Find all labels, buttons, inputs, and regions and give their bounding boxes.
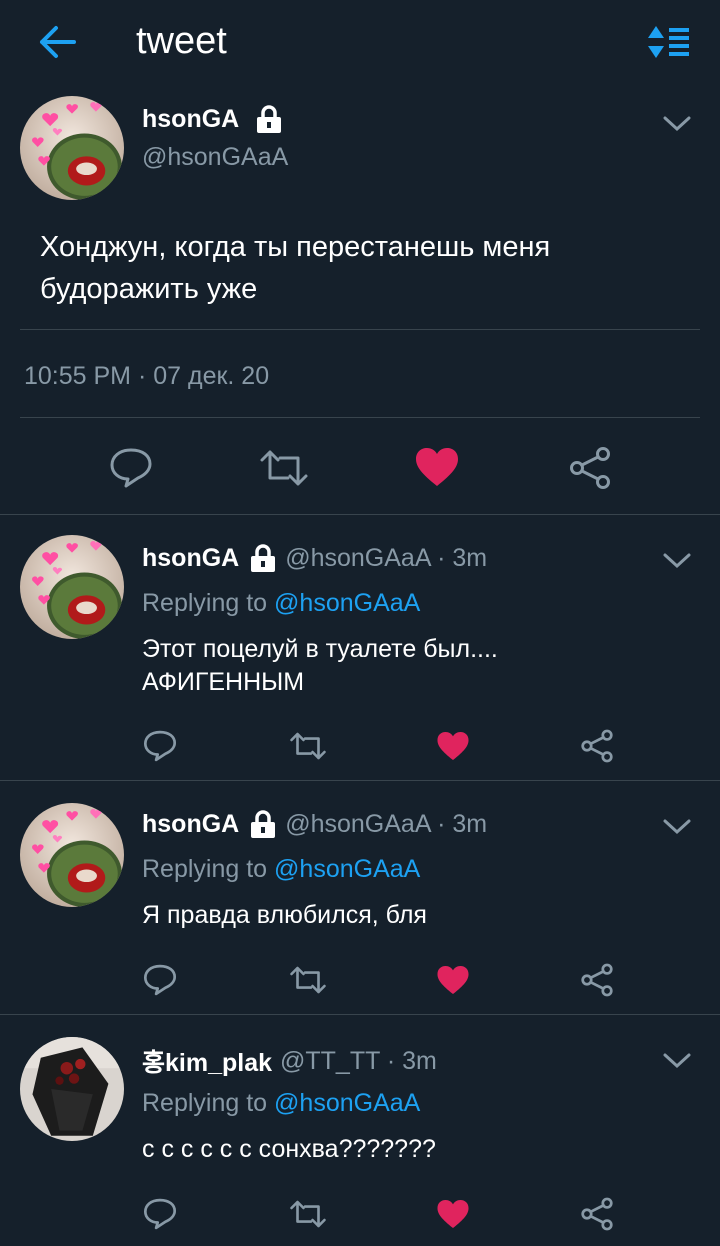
mention-link[interactable]: @hsonGAaA (274, 589, 420, 617)
chevron-down-icon[interactable] (662, 551, 692, 571)
retweet-icon[interactable] (288, 731, 328, 761)
like-icon[interactable] (436, 730, 470, 762)
tweet-text-line: с с с с с с сонхва??????? (142, 1135, 436, 1163)
main-tweet: hsonGA @hsonGAaA Хонджун, когда ты перес… (0, 88, 720, 514)
page-title: tweet (136, 20, 227, 62)
back-button[interactable] (36, 22, 80, 62)
author-handle[interactable]: @hsonGAaA (142, 143, 288, 172)
tweet-text: Я правда влюбился, бля (142, 899, 682, 932)
reply-icon[interactable] (108, 446, 154, 490)
mention-link[interactable]: @hsonGAaA (274, 1089, 420, 1117)
author-name[interactable]: hsonGA (142, 810, 239, 839)
avatar[interactable] (20, 535, 124, 639)
author-row: hsonGA @hsonGAaA · 3m (142, 543, 487, 573)
share-icon[interactable] (580, 963, 614, 997)
reply-icon[interactable] (142, 1197, 178, 1231)
tweet-text-line: Этот поцелуй в туалете был.... (142, 635, 498, 663)
author-name[interactable]: hsonGA (142, 105, 239, 134)
reply-icon[interactable] (142, 963, 178, 997)
retweet-icon[interactable] (288, 1199, 328, 1229)
replying-to: Replying to @hsonGAaA (142, 1089, 420, 1118)
tweet-timestamp: 10:55 PM · 07 дек. 20 (24, 362, 270, 390)
share-icon[interactable] (568, 446, 612, 490)
lock-icon (257, 105, 282, 133)
avatar[interactable] (20, 96, 124, 200)
author-name[interactable]: 홍kim_plak (142, 1043, 272, 1079)
tweet-text: с с с с с с сонхва??????? (142, 1133, 682, 1166)
retweet-icon[interactable] (258, 448, 310, 488)
reply-icon[interactable] (142, 729, 178, 763)
replying-label: Replying to (142, 855, 275, 883)
reply-tweet[interactable]: 홍kim_plak @TT_TT · 3m Replying to @hsonG… (0, 1015, 720, 1246)
lock-icon (251, 810, 276, 838)
share-icon[interactable] (580, 729, 614, 763)
reply-tweet[interactable]: hsonGA @hsonGAaA · 3m Replying to @hsonG… (0, 515, 720, 779)
author-row: hsonGA (142, 104, 283, 134)
chevron-down-icon[interactable] (662, 817, 692, 837)
replying-label: Replying to (142, 589, 275, 617)
share-icon[interactable] (580, 1197, 614, 1231)
retweet-icon[interactable] (288, 965, 328, 995)
author-row: hsonGA @hsonGAaA · 3m (142, 809, 487, 839)
arrow-left-icon (40, 26, 76, 58)
like-icon[interactable] (436, 1198, 470, 1230)
author-handle[interactable]: @TT_TT · 3m (280, 1047, 437, 1076)
author-name[interactable]: hsonGA (142, 544, 239, 573)
sort-button[interactable] (646, 22, 694, 62)
top-bar: tweet (0, 0, 720, 88)
author-handle[interactable]: @hsonGAaA · 3m (285, 544, 487, 573)
author-row: 홍kim_plak @TT_TT · 3m (142, 1043, 437, 1079)
lock-icon (251, 544, 276, 572)
reply-tweet[interactable]: hsonGA @hsonGAaA · 3m Replying to @hsonG… (0, 781, 720, 1013)
avatar[interactable] (20, 1037, 124, 1141)
replying-label: Replying to (142, 1089, 275, 1117)
sort-icon (648, 26, 689, 58)
avatar[interactable] (20, 803, 124, 907)
like-icon[interactable] (414, 446, 460, 488)
tweet-text-line: Я правда влюбился, бля (142, 901, 427, 929)
divider (20, 329, 700, 330)
chevron-down-icon[interactable] (662, 1051, 692, 1071)
tweet-text: Хонджун, когда ты перестанешь меня будор… (40, 231, 551, 305)
chevron-down-icon[interactable] (662, 114, 692, 134)
replying-to: Replying to @hsonGAaA (142, 855, 420, 884)
replying-to: Replying to @hsonGAaA (142, 589, 420, 618)
divider (20, 417, 700, 418)
tweet-text: Этот поцелуй в туалете был.... АФИГЕННЫМ (142, 633, 682, 699)
mention-link[interactable]: @hsonGAaA (274, 855, 420, 883)
like-icon[interactable] (436, 964, 470, 996)
tweet-text-line: АФИГЕННЫМ (142, 668, 305, 696)
author-handle[interactable]: @hsonGAaA · 3m (285, 810, 487, 839)
